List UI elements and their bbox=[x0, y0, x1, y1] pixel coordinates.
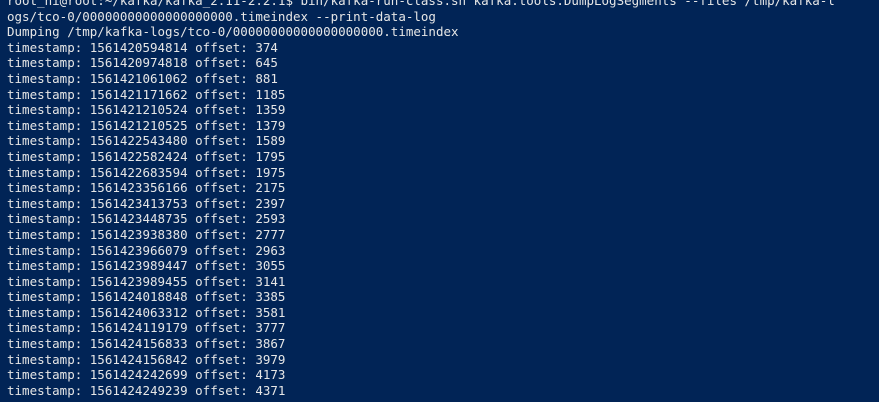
output-line: timestamp: 1561422543480 offset: 1589 bbox=[7, 133, 286, 149]
output-line: timestamp: 1561423413753 offset: 2397 bbox=[7, 195, 286, 211]
output-line: timestamp: 1561424018848 offset: 3385 bbox=[7, 289, 286, 305]
output-line: timestamp: 1561424242699 offset: 4173 bbox=[7, 367, 286, 383]
output-line: timestamp: 1561424063312 offset: 3581 bbox=[7, 304, 286, 320]
output-line: timestamp: 1561423989455 offset: 3141 bbox=[7, 273, 286, 289]
output-line: timestamp: 1561424156833 offset: 3867 bbox=[7, 336, 286, 352]
output-line: timestamp: 1561421061062 offset: 881 bbox=[7, 70, 278, 86]
output-line: timestamp: 1561423448735 offset: 2593 bbox=[7, 211, 286, 227]
output-line: timestamp: 1561423938380 offset: 2777 bbox=[7, 226, 286, 242]
output-line: timestamp: 1561423356166 offset: 2175 bbox=[7, 180, 286, 196]
output-line: timestamp: 1561423966079 offset: 2963 bbox=[7, 242, 286, 258]
output-line: timestamp: 1561424119179 offset: 3777 bbox=[7, 320, 286, 336]
command-line-wrap: ogs/tco-0/00000000000000000000.timeindex… bbox=[7, 8, 436, 24]
terminal-window[interactable]: root_hi@root:~/kafka/kafka_2.11-2.2.1$ b… bbox=[0, 0, 879, 402]
output-line: timestamp: 1561424249239 offset: 4371 bbox=[7, 382, 286, 398]
output-line: timestamp: 1561421171662 offset: 1185 bbox=[7, 86, 286, 102]
output-line: timestamp: 1561421210525 offset: 1379 bbox=[7, 117, 286, 133]
terminal-output: root_hi@root:~/kafka/kafka_2.11-2.2.1$ b… bbox=[7, 0, 835, 398]
output-line: timestamp: 1561420594814 offset: 374 bbox=[7, 39, 278, 55]
output-line: timestamp: 1561420974818 offset: 645 bbox=[7, 55, 278, 71]
output-line: timestamp: 1561422582424 offset: 1795 bbox=[7, 148, 286, 164]
output-line: timestamp: 1561422683594 offset: 1975 bbox=[7, 164, 286, 180]
output-line: timestamp: 1561423989447 offset: 3055 bbox=[7, 258, 286, 274]
output-line: timestamp: 1561421210524 offset: 1359 bbox=[7, 102, 286, 118]
output-line: timestamp: 1561424156842 offset: 3979 bbox=[7, 351, 286, 367]
dump-header-line: Dumping /tmp/kafka-logs/tco-0/0000000000… bbox=[7, 24, 459, 40]
command-line: root_hi@root:~/kafka/kafka_2.11-2.2.1$ b… bbox=[7, 0, 835, 8]
